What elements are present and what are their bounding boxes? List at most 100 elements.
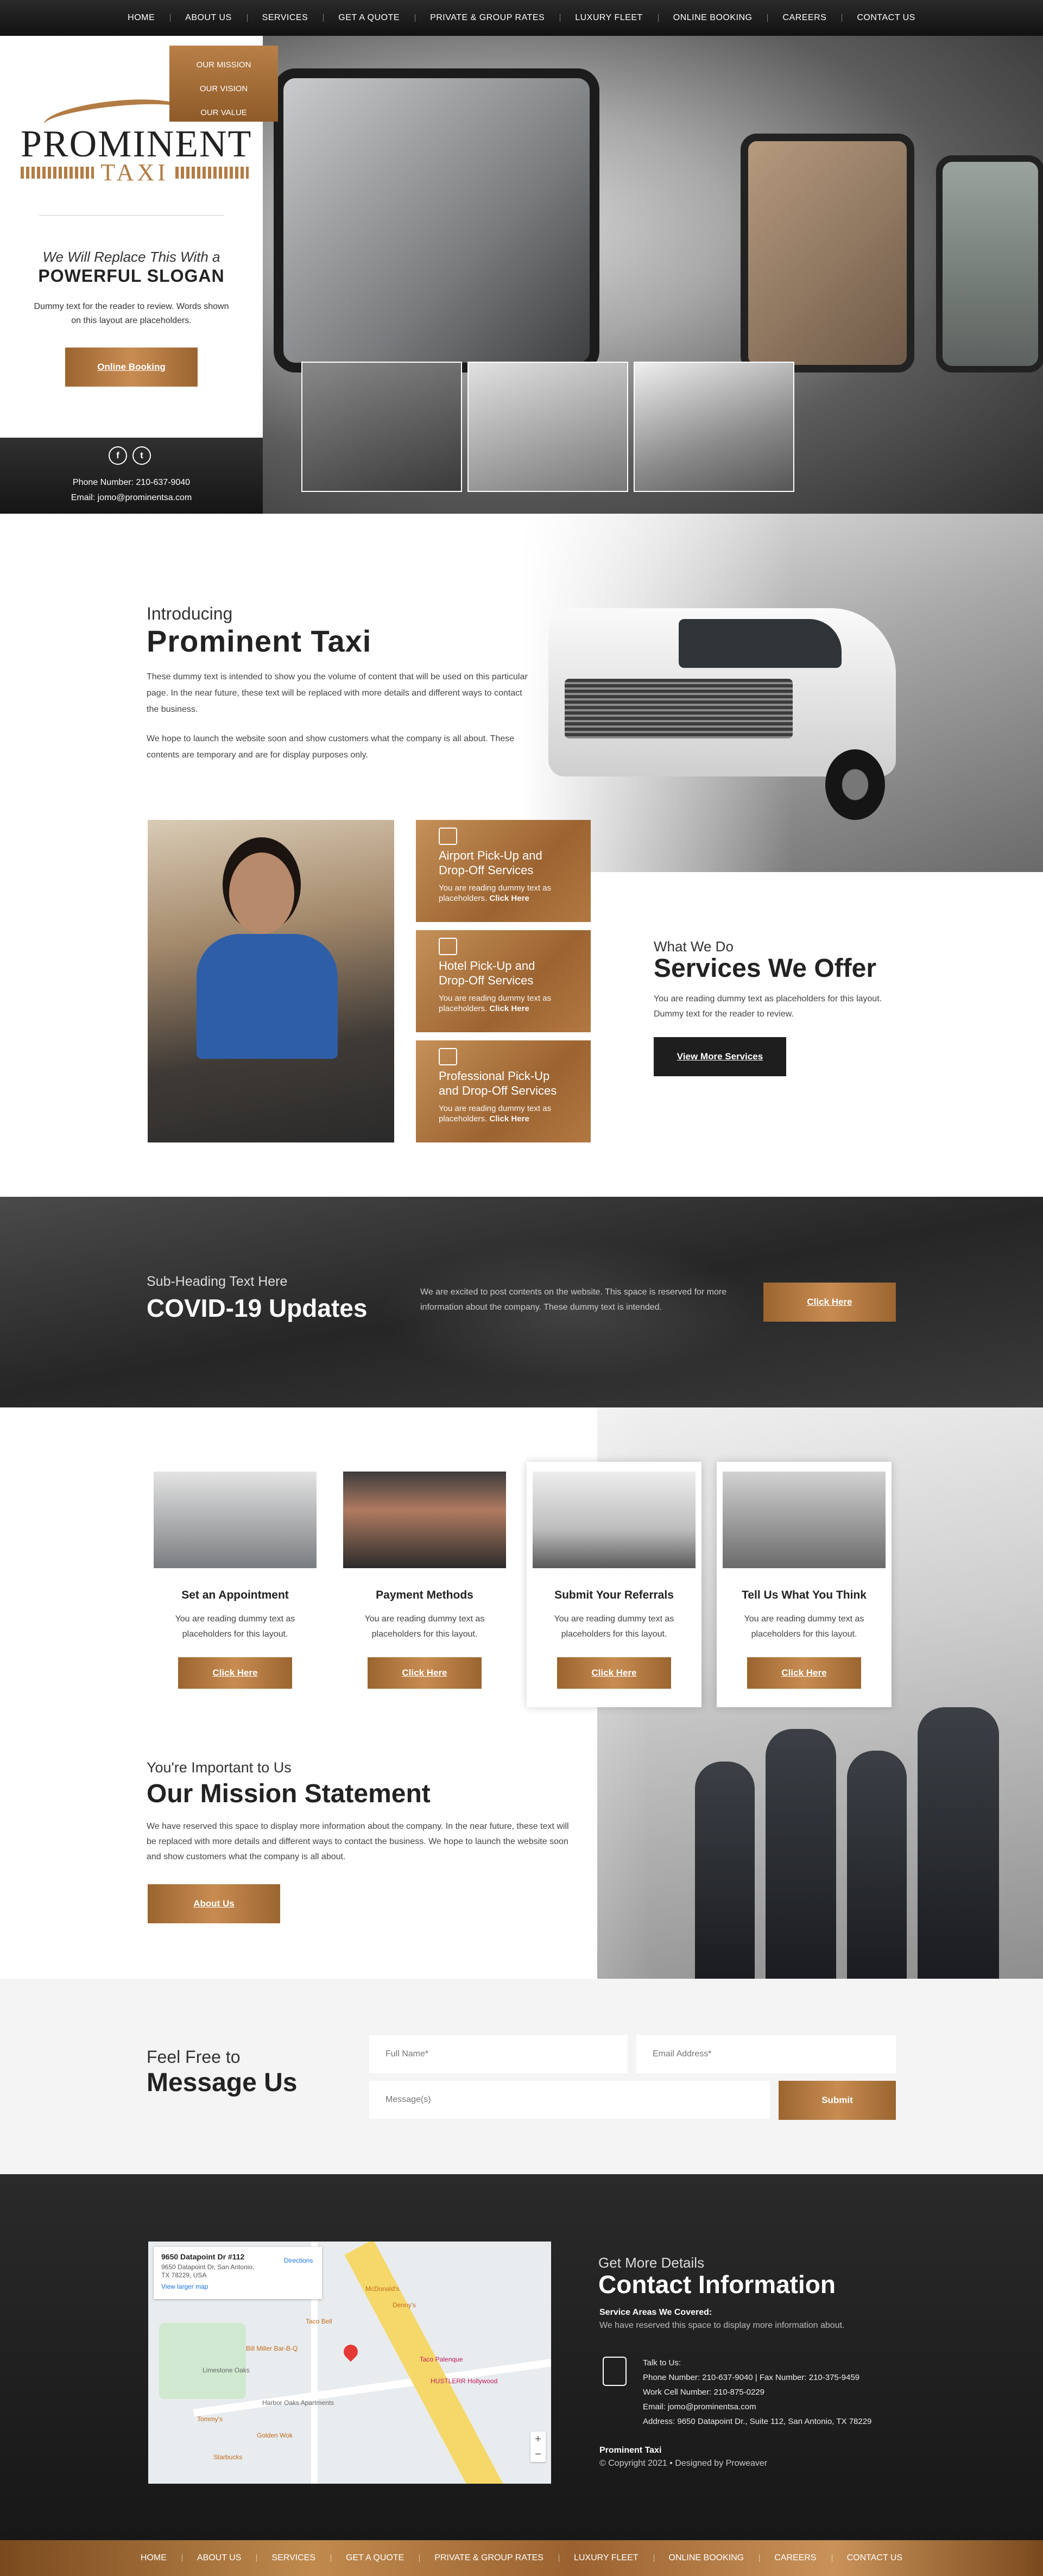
footer-nav-get-a-quote[interactable]: GET A QUOTE xyxy=(331,2553,419,2563)
footer-nav-luxury-fleet[interactable]: LUXURY FLEET xyxy=(558,2553,654,2563)
nav-luxury-fleet[interactable]: LUXURY FLEET xyxy=(560,13,658,23)
contact-subtitle: Get More Details xyxy=(598,2255,705,2271)
footer-nav-home[interactable]: HOME xyxy=(125,2553,182,2563)
thumbnail-passengers[interactable] xyxy=(634,362,794,492)
feature-click-here-button[interactable]: Click Here xyxy=(368,1657,482,1689)
intro-paragraph-1: These dummy text is intended to show you… xyxy=(147,672,528,714)
feature-card-feedback: Tell Us What You Think You are reading d… xyxy=(717,1462,892,1707)
nav-online-booking[interactable]: ONLINE BOOKING xyxy=(658,13,768,23)
dropdown-our-mission[interactable]: OUR MISSION xyxy=(169,53,278,77)
thumbnail-chauffeur[interactable] xyxy=(301,362,462,492)
traveler xyxy=(695,1761,755,1979)
map-label: McDonald's xyxy=(365,2285,400,2293)
address-line: Address: 9650 Datapoint Dr., Suite 112, … xyxy=(643,2417,872,2426)
dropdown-our-value[interactable]: OUR VALUE xyxy=(169,101,278,125)
nav-about-us[interactable]: ABOUT US xyxy=(170,13,247,23)
nav-contact-us[interactable]: CONTACT US xyxy=(842,13,931,23)
hotel-icon xyxy=(439,938,457,955)
page: HOME ABOUT US SERVICES GET A QUOTE PRIVA… xyxy=(0,0,1043,2576)
view-more-services-button[interactable]: View More Services xyxy=(654,1037,786,1076)
phone-fax-line[interactable]: Phone Number: 210-637-9040 | Fax Number:… xyxy=(643,2370,871,2385)
thumbnail-street[interactable] xyxy=(467,362,628,492)
footer-nav-services[interactable]: SERVICES xyxy=(256,2553,331,2563)
service-areas-text: We have reserved this space to display m… xyxy=(599,2321,845,2330)
service-card-title: Professional Pick-Up and Drop-Off Servic… xyxy=(439,1069,557,1097)
nav-private-group-rates[interactable]: PRIVATE & GROUP RATES xyxy=(415,13,560,23)
feature-card-payment: Payment Methods You are reading dummy te… xyxy=(337,1462,512,1707)
map-label: Taco Bell xyxy=(306,2318,332,2325)
message-input[interactable] xyxy=(369,2081,770,2119)
service-card-professional[interactable]: Professional Pick-Up and Drop-Off Servic… xyxy=(416,1040,591,1142)
twitter-icon[interactable]: t xyxy=(132,446,151,465)
intro-subtitle: Introducing xyxy=(147,604,233,623)
about-us-button[interactable]: About Us xyxy=(148,1884,280,1923)
footer-nav-about-us[interactable]: ABOUT US xyxy=(181,2553,257,2563)
van-grille xyxy=(565,679,793,738)
feature-click-here-button[interactable]: Click Here xyxy=(178,1657,292,1689)
footer-nav-careers[interactable]: CAREERS xyxy=(759,2553,831,2563)
email-input[interactable] xyxy=(636,2035,896,2073)
van-windshield xyxy=(679,619,842,668)
map-label: Starbucks xyxy=(213,2453,243,2461)
full-name-input[interactable] xyxy=(369,2035,628,2073)
map-label: Harbor Oaks Apartments xyxy=(262,2399,334,2407)
service-card-link[interactable]: Click Here xyxy=(489,1004,529,1013)
google-map[interactable]: McDonald's Denny's Taco Bell Bill Miller… xyxy=(148,2242,551,2484)
intro-title: Prominent Taxi xyxy=(147,624,372,658)
footer-brand: Prominent Taxi xyxy=(599,2446,662,2455)
email-line[interactable]: Email: jomo@prominentsa.com xyxy=(643,2400,871,2414)
car-window-driver xyxy=(274,68,599,372)
feature-text: You are reading dummy text as placeholde… xyxy=(744,1614,864,1639)
business-travelers-image xyxy=(684,1694,1043,1979)
nav-careers[interactable]: CAREERS xyxy=(767,13,842,23)
services-title: Services We Offer xyxy=(654,954,876,983)
traveler xyxy=(766,1729,836,1979)
service-card-link[interactable]: Click Here xyxy=(489,894,529,903)
mission-title: Our Mission Statement xyxy=(147,1779,431,1808)
phone-contact-icon xyxy=(603,2357,627,2386)
feature-image xyxy=(723,1472,886,1568)
submit-button[interactable]: Submit xyxy=(779,2081,896,2120)
nav-services[interactable]: SERVICES xyxy=(246,13,324,23)
map-zoom-control[interactable]: + − xyxy=(530,2432,546,2462)
facebook-icon[interactable]: f xyxy=(109,446,127,465)
feature-click-here-button[interactable]: Click Here xyxy=(557,1657,671,1689)
work-cell-line[interactable]: Work Cell Number: 210-875-0229 xyxy=(643,2385,871,2400)
service-card-title: Airport Pick-Up and Drop-Off Services xyxy=(439,849,542,877)
nav-get-a-quote[interactable]: GET A QUOTE xyxy=(323,13,415,23)
view-larger-map-link[interactable]: View larger map xyxy=(161,2283,314,2290)
map-pin-icon[interactable] xyxy=(340,2341,361,2362)
footer-nav-private-group-rates[interactable]: PRIVATE & GROUP RATES xyxy=(419,2553,559,2563)
directions-link[interactable]: Directions xyxy=(284,2257,313,2264)
covid-click-here-button[interactable]: Click Here xyxy=(763,1283,896,1322)
service-card-hotel[interactable]: Hotel Pick-Up and Drop-Off Services You … xyxy=(416,930,591,1032)
message-title: Message Us xyxy=(147,2068,298,2097)
feature-card-appointment: Set an Appointment You are reading dummy… xyxy=(148,1462,323,1707)
copyright: © Copyright 2021 • Designed by Proweaver xyxy=(599,2459,768,2468)
covid-text: We are excited to post contents on the w… xyxy=(420,1287,727,1312)
covid-subtitle: Sub-Heading Text Here xyxy=(147,1274,288,1289)
traveler xyxy=(918,1707,999,1979)
hero-phone: Phone Number: 210-637-9040 xyxy=(72,478,191,487)
feature-text: You are reading dummy text as placeholde… xyxy=(364,1614,485,1639)
service-card-title: Hotel Pick-Up and Drop-Off Services xyxy=(439,959,535,987)
map-label: Golden Wok xyxy=(257,2432,293,2439)
map-label: Denny's xyxy=(393,2301,416,2309)
logo-bars-right xyxy=(175,166,249,179)
footer-nav-online-booking[interactable]: ONLINE BOOKING xyxy=(653,2553,760,2563)
bottom-navigation: HOME ABOUT US SERVICES GET A QUOTE PRIVA… xyxy=(0,2540,1043,2576)
footer-nav-contact-us[interactable]: CONTACT US xyxy=(831,2553,918,2563)
dropdown-our-vision[interactable]: OUR VISION xyxy=(169,77,278,101)
nav-home[interactable]: HOME xyxy=(112,13,170,23)
feature-click-here-button[interactable]: Click Here xyxy=(747,1657,861,1689)
service-card-link[interactable]: Click Here xyxy=(489,1114,529,1123)
hero-thumbnails xyxy=(301,362,794,492)
about-dropdown-menu: OUR MISSION OUR VISION OUR VALUE xyxy=(169,46,278,122)
footer: McDonald's Denny's Taco Bell Bill Miller… xyxy=(0,2174,1043,2540)
mission-text: We have reserved this space to display m… xyxy=(147,1822,569,1861)
service-card-airport[interactable]: Airport Pick-Up and Drop-Off Services Yo… xyxy=(416,820,591,922)
logo-bars-left xyxy=(21,166,94,179)
map-road xyxy=(193,2356,551,2417)
online-booking-button[interactable]: Online Booking xyxy=(65,348,198,387)
hero-email[interactable]: Email: jomo@prominentsa.com xyxy=(0,493,263,503)
